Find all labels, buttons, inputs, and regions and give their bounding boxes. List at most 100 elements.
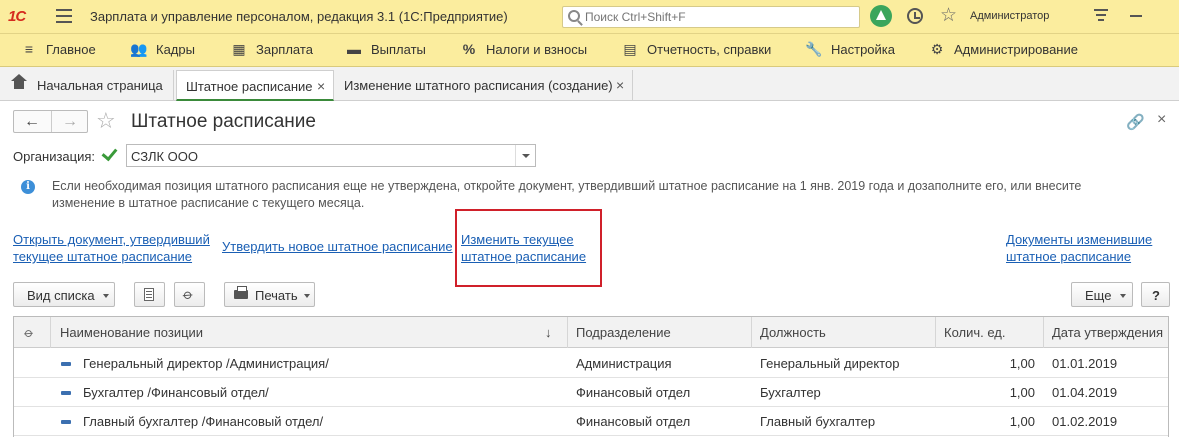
tab-staff-schedule-change[interactable]: Изменение штатного расписания (создание)… (335, 70, 633, 101)
header-date[interactable]: Дата утверждения (1044, 317, 1168, 348)
organization-checkbox[interactable] (101, 146, 117, 162)
printer-icon (234, 286, 248, 299)
tab-bar: Начальная страница Штатное расписание × … (0, 67, 1179, 101)
chevron-down-icon (304, 294, 310, 298)
button-label: Вид списка (27, 288, 95, 303)
header-label: Колич. ед. (944, 325, 1006, 340)
cell-units: 1,00 (1009, 414, 1035, 429)
highlight-frame (455, 209, 602, 287)
chevron-down-icon[interactable] (515, 145, 535, 166)
search-input[interactable] (585, 8, 855, 26)
cell-department: Финансовый отдел (576, 385, 691, 400)
table-row[interactable]: Главный бухгалтер /Финансовый отдел/ Фин… (14, 407, 1168, 436)
cell-date: 01.01.2019 (1052, 356, 1118, 371)
header-name[interactable]: Наименование позиции ↓ (51, 317, 568, 348)
print-button[interactable]: Печать (224, 282, 315, 307)
reports-icon: ▤ (623, 41, 637, 57)
link-icon[interactable]: 🔗 (1126, 113, 1145, 131)
percent-icon: % (462, 41, 476, 57)
section-label: Настройка (831, 42, 895, 57)
changing-documents-link[interactable]: Документы изменившие штатное расписание (1006, 231, 1152, 265)
favorite-star-icon[interactable]: ☆ (96, 108, 116, 134)
cell-name: Генеральный директор /Администрация/ (83, 356, 329, 371)
back-arrow-icon[interactable]: ← (14, 112, 50, 132)
header-label: Подразделение (576, 325, 671, 340)
organization-field[interactable]: СЗЛК ООО (126, 144, 536, 167)
app-logo[interactable]: 1С (8, 8, 26, 25)
section-label: Зарплата (256, 42, 313, 57)
section-label: Налоги и взносы (486, 42, 588, 57)
settings-filter-icon[interactable] (1094, 9, 1108, 23)
section-label: Отчетность, справки (647, 42, 772, 57)
tab-home[interactable]: Начальная страница (0, 70, 174, 101)
approve-new-schedule-link[interactable]: Утвердить новое штатное расписание (222, 238, 453, 255)
document-icon (144, 288, 154, 301)
organization-value: СЗЛК ООО (131, 149, 198, 164)
page-title: Штатное расписание (131, 111, 316, 132)
header-position[interactable]: Должность (752, 317, 936, 348)
paperclip-icon: ⌀ (21, 324, 38, 341)
search-icon (568, 10, 580, 22)
table-row[interactable]: Генеральный директор /Администрация/ Адм… (14, 349, 1168, 378)
section-salary[interactable]: ▦ Зарплата (232, 41, 313, 57)
cell-name: Главный бухгалтер /Финансовый отдел/ (83, 414, 324, 429)
cell-date: 01.02.2019 (1052, 414, 1118, 429)
header-department[interactable]: Подразделение (568, 317, 752, 348)
section-label: Кадры (156, 42, 195, 57)
attachments-button[interactable]: ⌀ (174, 282, 205, 307)
info-icon: i (21, 180, 35, 194)
search-box[interactable] (562, 6, 860, 28)
table-row[interactable]: Бухгалтер /Финансовый отдел/ Финансовый … (14, 378, 1168, 407)
button-label: Еще (1085, 288, 1112, 303)
section-main[interactable]: ≡ Главное (25, 41, 96, 57)
chevron-down-icon (103, 294, 109, 298)
notifications-bell-icon[interactable] (870, 5, 892, 27)
info-message: Если необходимая позиция штатного распис… (52, 179, 1082, 210)
link-text: Документы изменившие (1006, 232, 1153, 247)
people-icon: 👥 (130, 41, 148, 57)
header-units[interactable]: Колич. ед. (936, 317, 1044, 348)
paperclip-icon: ⌀ (180, 285, 197, 303)
tab-label: Штатное расписание (186, 79, 313, 94)
close-tab-icon[interactable]: × (616, 77, 624, 93)
favorites-star-icon[interactable]: ☆ (940, 4, 957, 27)
more-button[interactable]: Еще (1071, 282, 1133, 307)
view-list-button[interactable]: Вид списка (13, 282, 115, 307)
close-tab-icon[interactable]: × (317, 78, 325, 94)
close-icon[interactable]: × (1157, 111, 1166, 129)
open-approving-document-link[interactable]: Открыть документ, утвердивший текущее шт… (13, 231, 210, 265)
sections-bar: ≡ Главное 👥 Кадры ▦ Зарплата ▬ Выплаты %… (0, 34, 1179, 67)
sort-arrow-icon: ↓ (545, 325, 552, 340)
document-button[interactable] (134, 282, 165, 307)
section-label: Выплаты (371, 42, 426, 57)
section-label: Администрирование (954, 42, 1078, 57)
forward-arrow-icon[interactable]: → (52, 112, 88, 132)
section-reports[interactable]: ▤ Отчетность, справки (623, 41, 772, 57)
cell-position: Генеральный директор (760, 356, 900, 371)
staff-position-icon (61, 362, 71, 366)
button-label: ? (1152, 288, 1160, 303)
wallet-icon: ▬ (347, 41, 361, 57)
chevron-down-icon (1120, 294, 1126, 298)
tab-staff-schedule[interactable]: Штатное расписание × (176, 70, 334, 101)
section-taxes[interactable]: % Налоги и взносы (463, 41, 588, 57)
section-hr[interactable]: 👥 Кадры (130, 41, 195, 57)
organization-label: Организация: (13, 149, 96, 164)
user-name[interactable]: Администратор (970, 10, 1049, 22)
cell-name: Бухгалтер /Финансовый отдел/ (83, 385, 269, 400)
header-attachments[interactable]: ⌀ (14, 317, 51, 348)
calculator-icon: ▦ (232, 41, 246, 57)
minimize-icon[interactable] (1130, 15, 1142, 17)
history-icon[interactable] (907, 8, 923, 24)
tab-label: Начальная страница (37, 78, 163, 93)
cell-department: Администрация (576, 356, 672, 371)
cell-units: 1,00 (1009, 356, 1035, 371)
staff-position-icon (61, 391, 71, 395)
main-menu-icon[interactable] (56, 9, 72, 23)
section-payments[interactable]: ▬ Выплаты (347, 41, 426, 57)
wrench-icon: 🔧 (805, 41, 823, 57)
section-settings[interactable]: 🔧 Настройка (805, 41, 895, 57)
help-button[interactable]: ? (1141, 282, 1170, 307)
section-administration[interactable]: ⚙ Администрирование (931, 41, 1078, 57)
staff-schedule-table: ⌀ Наименование позиции ↓ Подразделение Д… (13, 316, 1169, 437)
